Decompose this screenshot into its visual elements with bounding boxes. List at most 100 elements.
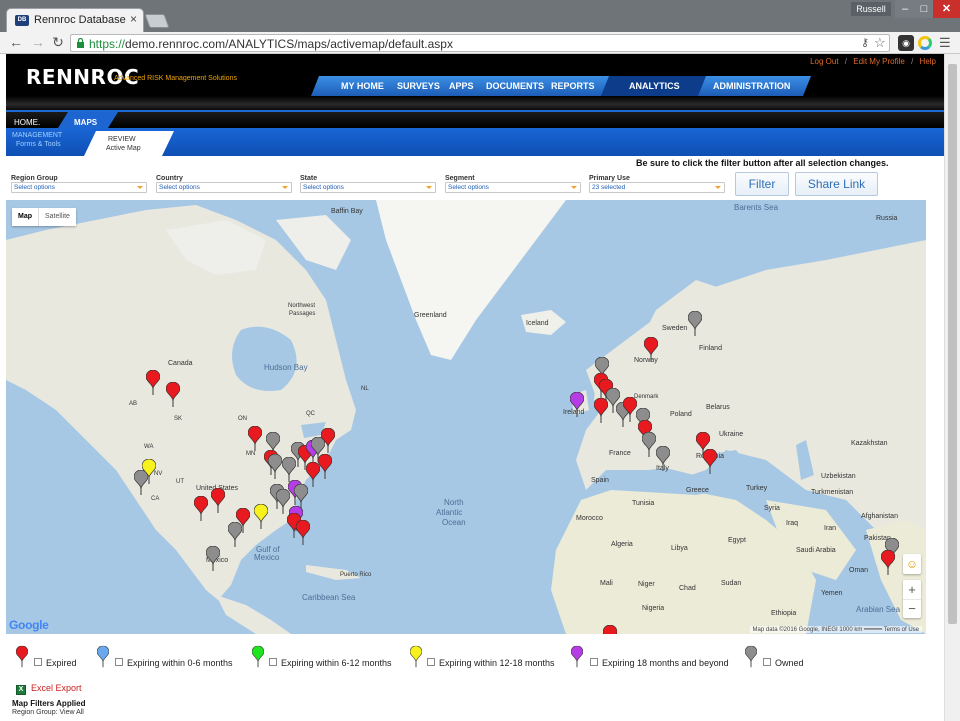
top-links: Log Out / Edit My Profile / Help: [806, 57, 936, 66]
address-bar[interactable]: https://demo.rennroc.com/ANALYTICS/maps/…: [70, 34, 890, 52]
nav-surveys[interactable]: SURVEYS: [397, 81, 440, 91]
zoom-in-button[interactable]: +: [903, 581, 921, 599]
excel-export-link[interactable]: Excel Export: [31, 683, 82, 693]
browser-tab-strip: DB Rennroc Database Platform × Russell –…: [0, 0, 960, 32]
legend-checkbox-12-18[interactable]: [427, 658, 435, 666]
map-marker-owned[interactable]: [206, 546, 220, 572]
back-arrow-icon[interactable]: ←: [8, 34, 24, 50]
map-marker-expired[interactable]: [881, 550, 895, 576]
window-minimize-button[interactable]: –: [895, 0, 915, 18]
map-canvas[interactable]: Baffin Bay Greenland Iceland Barents Sea…: [6, 200, 926, 634]
legend-label: Expired: [46, 658, 77, 668]
region-group-label: Region Group: [11, 175, 58, 182]
zoom-control: + −: [903, 580, 921, 618]
map-marker-expired[interactable]: [306, 462, 320, 488]
breadcrumb-maps[interactable]: MAPS: [74, 118, 97, 127]
extension-chrome-icon[interactable]: [918, 36, 932, 50]
edit-profile-link[interactable]: Edit My Profile: [853, 57, 905, 66]
legend-checkbox-expired[interactable]: [34, 658, 42, 666]
sub-nav: MANAGEMENT Forms & Tools REVIEW Active M…: [6, 128, 944, 156]
key-icon[interactable]: ⚷: [861, 36, 869, 49]
street-view-pegman-icon[interactable]: ☺: [903, 554, 921, 574]
nav-my-home[interactable]: MY HOME: [341, 81, 384, 91]
map-marker-yellow[interactable]: [254, 504, 268, 530]
region-group-select[interactable]: Select options: [11, 182, 147, 193]
window-maximize-button[interactable]: □: [915, 0, 933, 18]
link-separator: /: [911, 57, 914, 66]
legend-label: Expiring within 12-18 months: [439, 658, 555, 668]
map-type-satellite[interactable]: Satellite: [38, 208, 76, 226]
site-header: RENNROC Advanced RISK Management Solutio…: [6, 54, 944, 96]
breadcrumb: HOME. MAPS: [6, 110, 944, 128]
header-divider: [6, 96, 944, 110]
browser-user-badge[interactable]: Russell: [851, 2, 891, 16]
browser-menu-icon[interactable]: ☰: [939, 35, 951, 51]
subnav-management[interactable]: MANAGEMENT Forms & Tools: [12, 131, 62, 149]
map-marker-owned[interactable]: [276, 489, 290, 515]
country-select[interactable]: Select options: [156, 182, 292, 193]
page-scrollbar[interactable]: [944, 54, 960, 721]
nav-reports[interactable]: REPORTS: [551, 81, 595, 91]
map-marker-expired[interactable]: [644, 337, 658, 363]
nav-documents[interactable]: DOCUMENTS: [486, 81, 544, 91]
map-marker-owned[interactable]: [282, 457, 296, 483]
map-marker-owned[interactable]: [688, 311, 702, 337]
map-marker-expired[interactable]: [194, 496, 208, 522]
nav-apps[interactable]: APPS: [449, 81, 474, 91]
map-marker-owned[interactable]: [642, 432, 656, 458]
zoom-out-button[interactable]: −: [903, 599, 921, 617]
scrollbar-thumb[interactable]: [948, 64, 957, 624]
map-marker-expired[interactable]: [166, 382, 180, 408]
primary-use-select[interactable]: 23 selected: [589, 182, 725, 193]
lock-icon: [77, 38, 84, 48]
nav-administration[interactable]: ADMINISTRATION: [713, 81, 790, 91]
map-marker-owned[interactable]: [134, 470, 148, 496]
forward-arrow-icon[interactable]: →: [30, 34, 46, 50]
bookmark-star-icon[interactable]: ☆: [874, 35, 886, 51]
url-text: https://demo.rennroc.com/ANALYTICS/maps/…: [89, 37, 453, 51]
browser-toolbar: ← → ↻ https://demo.rennroc.com/ANALYTICS…: [0, 32, 960, 54]
extension-owl-icon[interactable]: ◉: [898, 35, 914, 51]
google-logo-text: Google: [9, 618, 49, 632]
map-attribution[interactable]: Map data ©2016 Google, INEGI 1000 km ━━━…: [749, 626, 922, 633]
legend-pin-icon: [745, 645, 757, 669]
map-marker-expired[interactable]: [703, 449, 717, 475]
breadcrumb-home[interactable]: HOME.: [14, 118, 40, 127]
map-marker-expired[interactable]: [146, 370, 160, 396]
region-group-applied: Region Group: View All: [12, 709, 84, 716]
map-marker-purple[interactable]: [570, 392, 584, 418]
map-marker-expired[interactable]: [603, 625, 617, 634]
new-tab-button[interactable]: [144, 14, 170, 28]
map-marker-owned[interactable]: [228, 522, 242, 548]
subnav-review[interactable]: REVIEW Active Map: [106, 135, 141, 153]
map-marker-expired[interactable]: [211, 488, 225, 514]
window-close-button[interactable]: ✕: [933, 0, 960, 18]
map-marker-owned[interactable]: [656, 446, 670, 472]
share-link-button[interactable]: Share Link: [795, 172, 878, 196]
subnav-management-sub: Forms & Tools: [16, 141, 61, 148]
map-type-map[interactable]: Map: [12, 208, 38, 226]
state-select[interactable]: Select options: [300, 182, 436, 193]
legend-checkbox-6-12[interactable]: [269, 658, 277, 666]
filter-note: Be sure to click the filter button after…: [636, 158, 889, 168]
browser-tab[interactable]: DB Rennroc Database Platform ×: [6, 8, 144, 32]
legend-checkbox-owned[interactable]: [763, 658, 771, 666]
map-legend: Expired Expiring within 0-6 months Expir…: [10, 645, 930, 673]
reload-icon[interactable]: ↻: [50, 34, 66, 50]
nav-analytics[interactable]: ANALYTICS: [629, 81, 680, 91]
tab-close-icon[interactable]: ×: [130, 12, 137, 26]
map-marker-expired[interactable]: [318, 454, 332, 480]
legend-label: Expiring within 0-6 months: [127, 658, 233, 668]
segment-select[interactable]: Select options: [445, 182, 581, 193]
legend-checkbox-0-6[interactable]: [115, 658, 123, 666]
legend-pin-icon: [16, 645, 28, 669]
filter-button[interactable]: Filter: [735, 172, 789, 196]
logout-link[interactable]: Log Out: [810, 57, 838, 66]
map-marker-expired[interactable]: [594, 398, 608, 424]
legend-checkbox-18-plus[interactable]: [590, 658, 598, 666]
map-marker-expired[interactable]: [248, 426, 262, 452]
map-marker-expired[interactable]: [296, 520, 310, 546]
map-type-control: Map Satellite: [12, 208, 76, 226]
legend-label: Expiring within 6-12 months: [281, 658, 392, 668]
help-link[interactable]: Help: [920, 57, 936, 66]
